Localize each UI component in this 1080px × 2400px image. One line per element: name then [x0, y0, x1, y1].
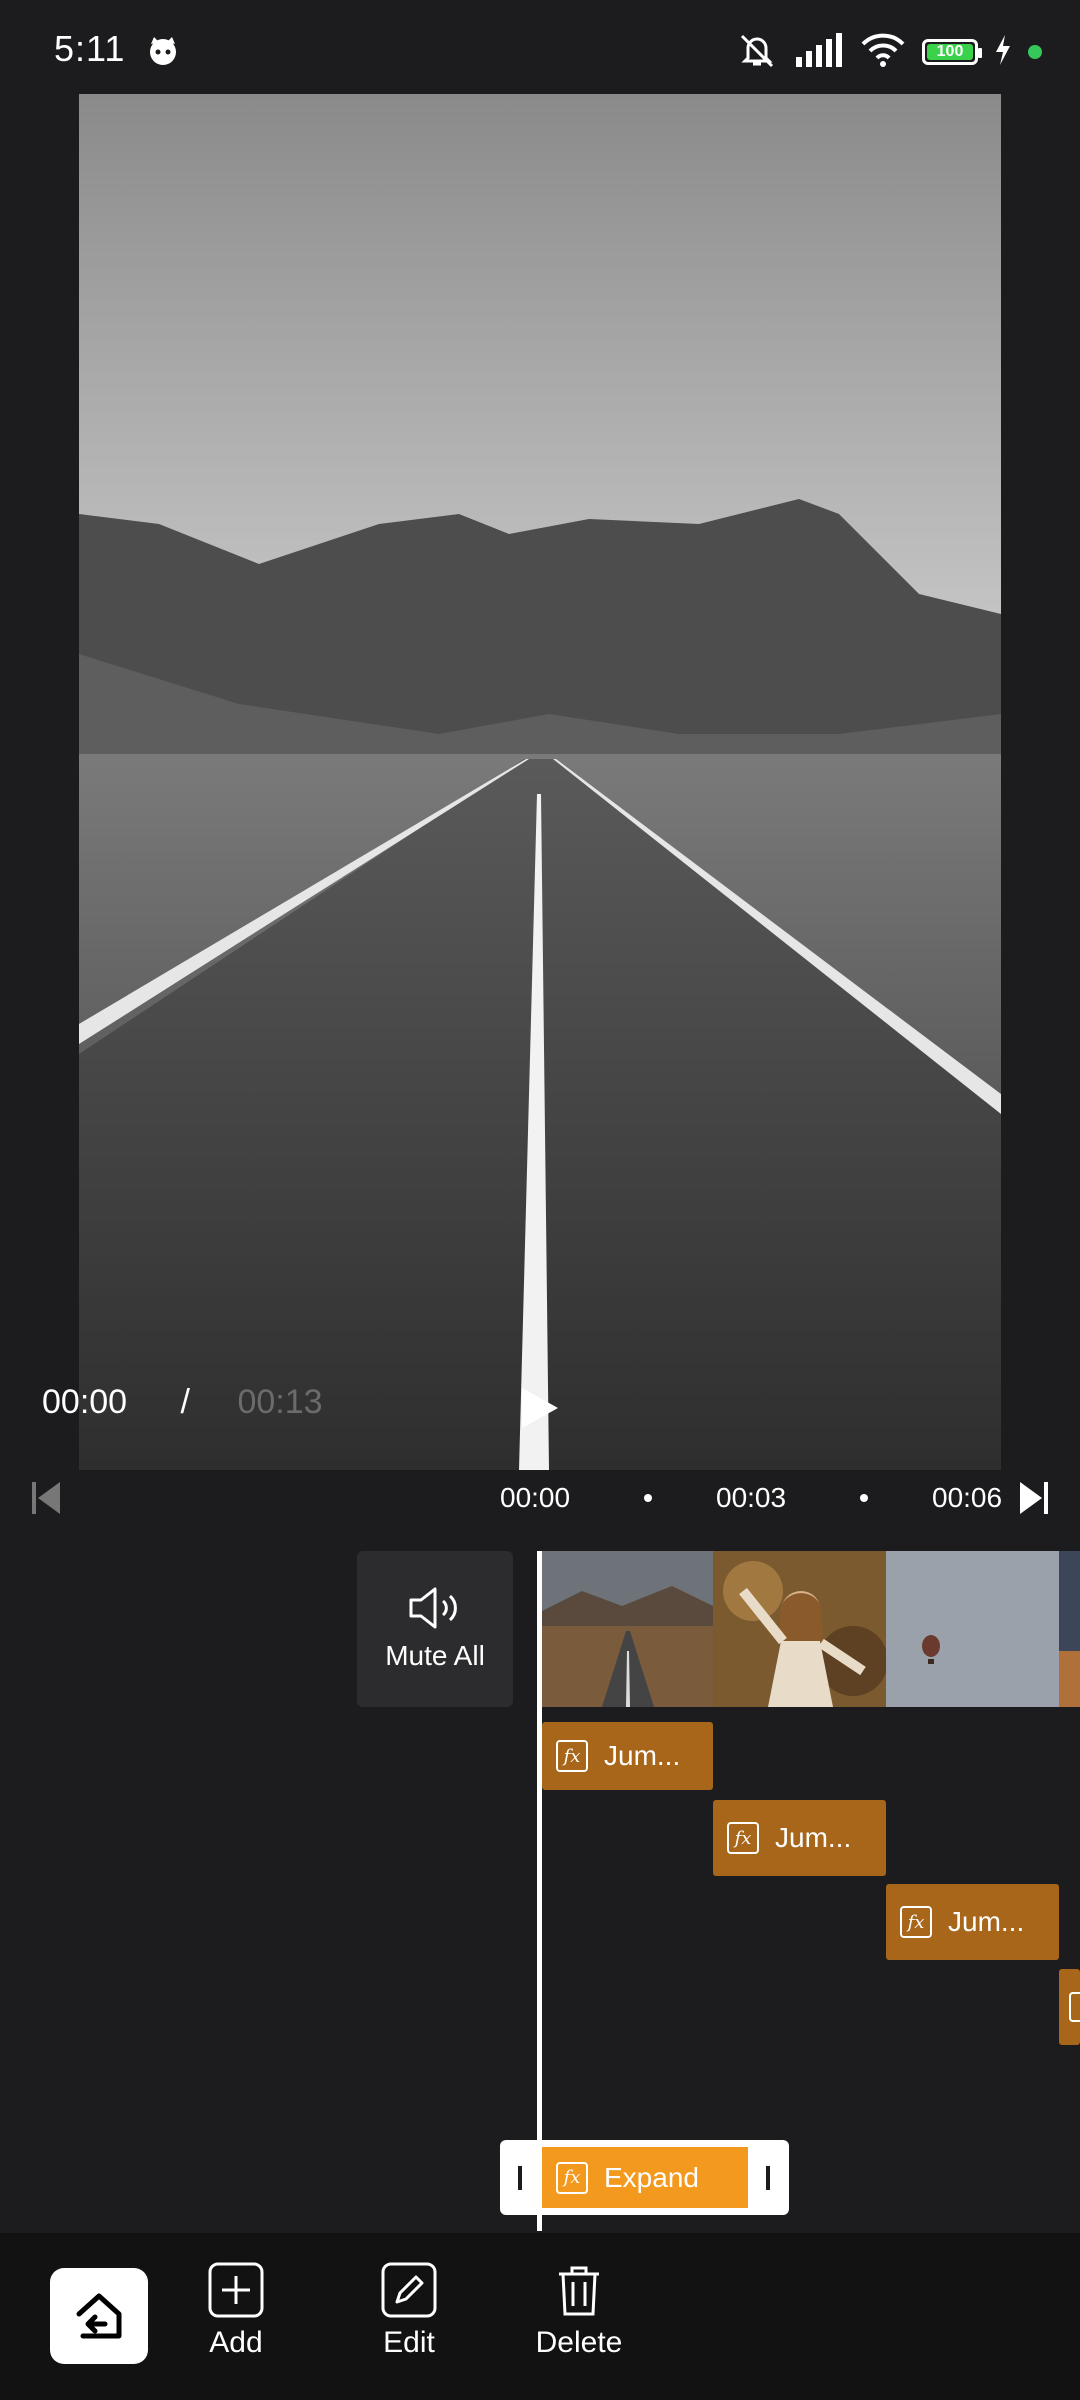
cat-icon — [146, 34, 180, 73]
clip-road-thumbnail[interactable] — [542, 1551, 713, 1707]
effect-chip-label: Jum... — [775, 1822, 852, 1853]
selected-effect-chip[interactable]: fx Expand — [542, 2147, 748, 2208]
clip-woman-thumbnail[interactable] — [713, 1551, 886, 1707]
video-preview[interactable] — [79, 94, 1001, 1470]
ruler-dot — [644, 1494, 652, 1502]
playhead[interactable] — [537, 1551, 542, 2231]
time-separator: / — [180, 1383, 190, 1421]
effect-chip-4[interactable] — [1059, 1969, 1080, 2045]
battery-level: 100 — [927, 43, 973, 60]
charging-icon — [994, 34, 1012, 70]
current-time: 00:00 — [42, 1383, 128, 1421]
trim-handle-left[interactable] — [518, 2166, 522, 2190]
play-button[interactable] — [520, 1386, 560, 1430]
add-icon — [208, 2262, 264, 2318]
skip-start-icon — [32, 1482, 60, 1514]
fx-icon: fx — [900, 1906, 932, 1938]
add-label: Add — [209, 2326, 263, 2359]
fx-icon: fx — [556, 1740, 588, 1772]
effect-chip-label: Jum... — [604, 1740, 681, 1771]
road-landscape-image — [79, 94, 1001, 1470]
trash-icon — [559, 2266, 599, 2316]
add-button[interactable]: Add — [166, 2262, 306, 2360]
skip-to-end-button[interactable] — [1018, 1482, 1048, 1519]
effect-chip-3[interactable]: fx Jum... — [886, 1884, 1059, 1960]
status-icons: 100 — [736, 30, 1042, 74]
effect-chip-label: Jum... — [948, 1906, 1025, 1937]
fx-icon: fx — [556, 2161, 588, 2194]
effect-chip-2[interactable]: fx Jum... — [713, 1800, 886, 1876]
back-home-button[interactable] — [50, 2268, 148, 2364]
clip-sunset-thumbnail[interactable] — [1059, 1551, 1080, 1707]
effect-chip-1[interactable]: fx Jum... — [542, 1722, 713, 1790]
signal-icon — [794, 32, 844, 72]
ruler-label-2: 00:06 — [932, 1482, 1003, 1513]
clip-balloon-thumbnail[interactable] — [886, 1551, 1059, 1707]
total-time: 00:13 — [237, 1383, 323, 1421]
fx-icon-partial — [1069, 1992, 1080, 2022]
selected-effect-label: Expand — [604, 2161, 699, 2193]
speaker-icon — [409, 1587, 457, 1629]
mute-all-label: Mute All — [385, 1640, 485, 1671]
ruler-label-1: 00:03 — [716, 1482, 787, 1513]
ruler-dot — [860, 1494, 868, 1502]
back-home-icon — [76, 2293, 122, 2339]
wifi-icon — [860, 32, 906, 73]
mute-bell-icon — [736, 30, 778, 75]
skip-to-start-button[interactable] — [32, 1482, 62, 1519]
privacy-indicator-dot — [1028, 45, 1042, 59]
mute-all-button[interactable]: Mute All — [357, 1551, 513, 1707]
play-icon — [522, 1388, 558, 1428]
skip-end-icon — [1020, 1482, 1048, 1514]
status-time: 5:11 — [54, 28, 126, 69]
ruler-label-0: 00:00 — [500, 1482, 571, 1513]
edit-button[interactable]: Edit — [339, 2262, 479, 2360]
edit-pencil-icon — [381, 2262, 437, 2318]
playback-time: 00:00 / 00:13 — [42, 1383, 323, 1422]
delete-label: Delete — [535, 2326, 623, 2359]
edit-label: Edit — [383, 2326, 435, 2359]
trim-handle-right[interactable] — [766, 2166, 770, 2190]
delete-button[interactable]: Delete — [509, 2262, 649, 2360]
fx-icon: fx — [727, 1822, 759, 1854]
battery-indicator: 100 — [922, 39, 982, 65]
